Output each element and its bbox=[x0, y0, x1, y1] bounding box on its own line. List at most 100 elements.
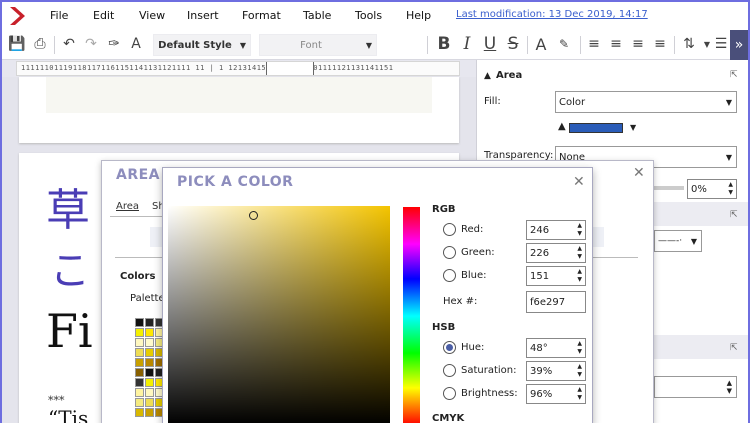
palette-swatch[interactable] bbox=[145, 358, 154, 367]
saturation-radio[interactable] bbox=[443, 364, 456, 377]
bold-icon[interactable]: B bbox=[435, 34, 453, 54]
highlight-icon[interactable]: ✎ bbox=[555, 35, 573, 53]
spin-arrows-icon: ▲ ▼ bbox=[728, 181, 733, 196]
palette-swatch[interactable] bbox=[145, 408, 154, 417]
menu-table[interactable]: Table bbox=[303, 9, 331, 22]
rgb-section-title: RGB bbox=[432, 204, 456, 215]
green-radio[interactable] bbox=[443, 246, 456, 259]
chevron-down-icon: ▼ bbox=[725, 152, 732, 162]
transparency-slider[interactable] bbox=[654, 186, 684, 190]
palette-swatch[interactable] bbox=[145, 338, 154, 347]
character-style-icon[interactable]: A bbox=[127, 35, 145, 53]
saturation-spin[interactable]: 39% ▲ ▼ bbox=[526, 361, 586, 381]
section-divider bbox=[115, 257, 162, 258]
palette-swatch[interactable] bbox=[145, 348, 154, 357]
horizontal-ruler[interactable]: 111111011191181171161151141131121111 11 … bbox=[16, 61, 460, 76]
line-spacing-icon[interactable]: ⇅ bbox=[680, 35, 698, 53]
blue-radio[interactable] bbox=[443, 269, 456, 282]
redo-icon[interactable]: ↷ bbox=[82, 35, 100, 53]
palette-swatch[interactable] bbox=[145, 368, 154, 377]
palette-swatch[interactable] bbox=[135, 378, 144, 387]
document-text[interactable]: 草 bbox=[46, 174, 90, 238]
palette-swatch[interactable] bbox=[145, 388, 154, 397]
hex-input[interactable]: f6e297 bbox=[526, 291, 586, 313]
palette-swatch[interactable] bbox=[135, 398, 144, 407]
palette-swatch[interactable] bbox=[135, 348, 144, 357]
color-picker-marker[interactable] bbox=[249, 211, 258, 220]
align-right-icon[interactable]: ≡ bbox=[629, 35, 647, 53]
align-center-icon[interactable]: ≡ bbox=[607, 35, 625, 53]
hsb-section-title: HSB bbox=[432, 322, 456, 333]
app-logo-icon[interactable] bbox=[6, 5, 30, 27]
font-color-icon[interactable]: A bbox=[532, 35, 550, 54]
more-options-icon[interactable]: ⇱ bbox=[730, 70, 738, 80]
green-label: Green: bbox=[461, 247, 495, 258]
list-icon[interactable]: ☰ bbox=[712, 35, 730, 53]
hue-spin[interactable]: 48° ▲ ▼ bbox=[526, 338, 586, 358]
clear-format-icon[interactable]: ✑ bbox=[105, 35, 123, 53]
palette-swatch[interactable] bbox=[135, 388, 144, 397]
section-divider bbox=[592, 257, 638, 258]
document-text[interactable]: Fi bbox=[46, 304, 93, 358]
menu-view[interactable]: View bbox=[139, 9, 165, 22]
last-modification-link[interactable]: Last modification: 13 Dec 2019, 14:17 bbox=[456, 9, 648, 20]
font-name-combo[interactable]: Font ▼ bbox=[259, 34, 377, 56]
hex-value: f6e297 bbox=[530, 296, 566, 308]
menu-help[interactable]: Help bbox=[406, 9, 431, 22]
red-spin[interactable]: 246 ▲ ▼ bbox=[526, 220, 586, 240]
red-radio[interactable] bbox=[443, 223, 456, 236]
italic-icon[interactable]: I bbox=[458, 34, 476, 54]
brightness-spin[interactable]: 96% ▲ ▼ bbox=[526, 384, 586, 404]
hue-radio[interactable] bbox=[443, 341, 456, 354]
palette-swatch[interactable] bbox=[145, 398, 154, 407]
print-icon[interactable]: ⎙ bbox=[31, 35, 49, 53]
blue-spin[interactable]: 151 ▲ ▼ bbox=[526, 266, 586, 286]
palette-swatch[interactable] bbox=[135, 328, 144, 337]
menu-edit[interactable]: Edit bbox=[93, 9, 114, 22]
palette-swatch[interactable] bbox=[135, 368, 144, 377]
menu-tools[interactable]: Tools bbox=[355, 9, 382, 22]
toolbar: 💾 ⎙ ↶ ↷ ✑ A Default Style ▼ Font ▼ B I U… bbox=[2, 30, 748, 60]
fill-color-swatch[interactable] bbox=[569, 123, 623, 133]
green-spin[interactable]: 226 ▲ ▼ bbox=[526, 243, 586, 263]
palette-swatch[interactable] bbox=[135, 408, 144, 417]
sidebar-select[interactable]: ▲ ▼ bbox=[654, 376, 737, 398]
palette-swatch[interactable] bbox=[145, 318, 154, 327]
fill-type-select[interactable]: Color ▼ bbox=[555, 91, 737, 113]
menu-format[interactable]: Format bbox=[242, 9, 281, 22]
menu-insert[interactable]: Insert bbox=[187, 9, 219, 22]
align-left-icon[interactable]: ≡ bbox=[585, 35, 603, 53]
more-options-icon[interactable]: ⇱ bbox=[730, 210, 738, 220]
menu-file[interactable]: File bbox=[50, 9, 68, 22]
palette-swatch[interactable] bbox=[145, 378, 154, 387]
close-icon[interactable]: ✕ bbox=[573, 174, 585, 190]
toolbar-separator bbox=[54, 36, 55, 54]
cmyk-section-title: CMYK bbox=[432, 413, 465, 423]
line-style-select[interactable]: ——-· ▼ bbox=[654, 230, 702, 252]
palette-swatch[interactable] bbox=[135, 358, 144, 367]
tab-area[interactable]: Area bbox=[116, 201, 139, 212]
justify-icon[interactable]: ≡ bbox=[651, 35, 669, 53]
spin-arrows-icon: ▲ ▼ bbox=[577, 340, 582, 355]
more-options-icon[interactable]: ⇱ bbox=[730, 343, 738, 353]
palette-swatch[interactable] bbox=[145, 328, 154, 337]
underline-icon[interactable]: U bbox=[481, 34, 499, 54]
collapse-icon[interactable]: ▲ bbox=[484, 71, 491, 81]
strikethrough-icon[interactable]: S bbox=[504, 34, 522, 54]
transparency-percent-spin[interactable]: 0% ▲ ▼ bbox=[687, 179, 737, 199]
palette-swatch[interactable] bbox=[135, 338, 144, 347]
chevron-down-icon[interactable]: ▼ bbox=[630, 123, 636, 132]
undo-icon[interactable]: ↶ bbox=[60, 35, 78, 53]
sidebar-toggle-button[interactable]: » bbox=[730, 30, 748, 60]
brightness-radio[interactable] bbox=[443, 387, 456, 400]
hue-slider[interactable] bbox=[403, 207, 420, 423]
document-text[interactable]: こ bbox=[50, 238, 90, 296]
saturation-brightness-field[interactable] bbox=[168, 206, 390, 423]
palette-swatch[interactable] bbox=[135, 318, 144, 327]
document-text[interactable]: “Tis bbox=[48, 406, 88, 423]
fill-type-button[interactable] bbox=[592, 227, 604, 247]
save-icon[interactable]: 💾 bbox=[8, 35, 26, 53]
paragraph-style-combo[interactable]: Default Style ▼ bbox=[153, 34, 251, 56]
close-icon[interactable]: ✕ bbox=[633, 165, 645, 181]
fill-type-button[interactable] bbox=[150, 227, 162, 247]
